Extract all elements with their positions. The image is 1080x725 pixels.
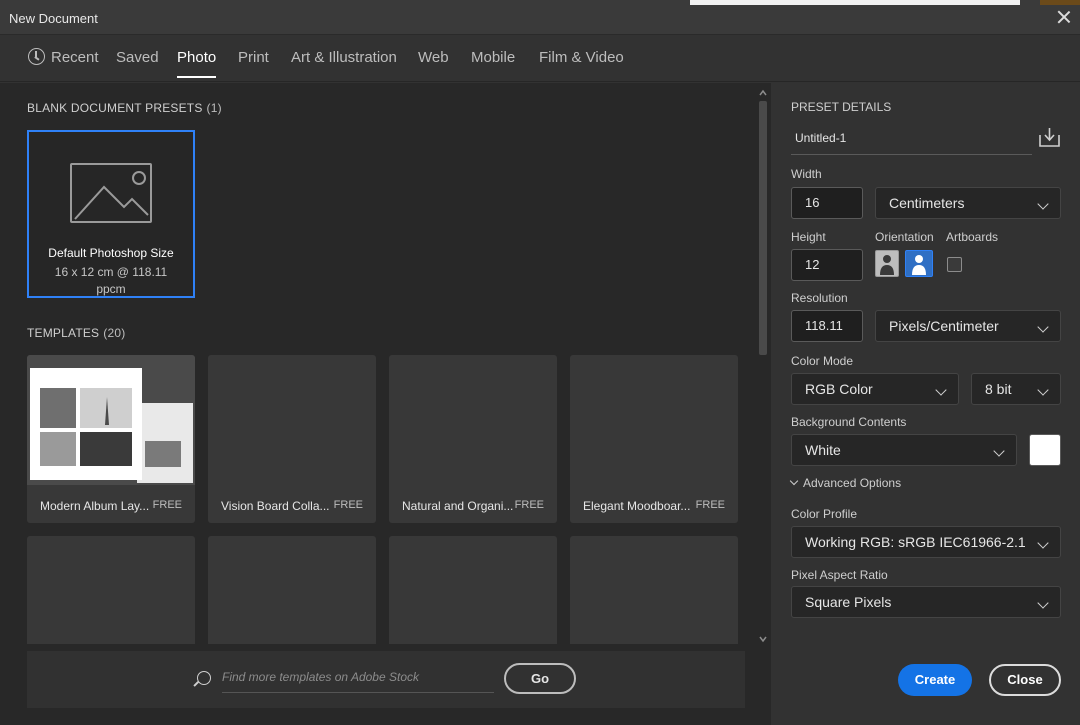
height-label: Height bbox=[791, 230, 826, 244]
background-app-strip bbox=[690, 0, 1020, 5]
height-field[interactable]: 12 bbox=[791, 249, 863, 281]
width-field[interactable]: 16 bbox=[791, 187, 863, 219]
advanced-options-label: Advanced Options bbox=[803, 476, 902, 490]
template-free-badge: FREE bbox=[333, 499, 363, 511]
template-card[interactable] bbox=[27, 536, 195, 644]
width-unit-select[interactable]: Centimeters bbox=[875, 187, 1061, 219]
presets-count: (1) bbox=[206, 101, 222, 115]
chevron-down-icon bbox=[993, 445, 1005, 457]
templates-heading-text: TEMPLATES bbox=[27, 326, 100, 340]
template-card[interactable]: Vision Board Colla... FREE bbox=[208, 355, 376, 523]
template-name: Vision Board Colla... bbox=[221, 499, 330, 513]
preset-name: Default Photoshop Size bbox=[48, 246, 174, 260]
template-card[interactable]: Modern Album Lay... FREE bbox=[27, 355, 195, 523]
go-button[interactable]: Go bbox=[504, 663, 576, 694]
color-profile-label: Color Profile bbox=[791, 507, 858, 521]
preset-details-pane: PRESET DETAILS Untitled-1 Width 16 Centi… bbox=[771, 83, 1080, 725]
resolution-field[interactable]: 118.11 bbox=[791, 310, 863, 342]
image-placeholder-icon bbox=[70, 163, 152, 223]
pixel-aspect-ratio-label: Pixel Aspect Ratio bbox=[791, 568, 888, 582]
chevron-down-icon bbox=[935, 384, 947, 396]
chevron-down-icon bbox=[1037, 597, 1049, 609]
templates-heading: TEMPLATES (20) bbox=[27, 326, 125, 340]
document-name-field[interactable]: Untitled-1 bbox=[791, 125, 1032, 155]
resolution-label: Resolution bbox=[791, 291, 848, 305]
pixel-aspect-ratio-select[interactable]: Square Pixels bbox=[791, 586, 1061, 618]
template-free-badge: FREE bbox=[152, 499, 182, 511]
template-card[interactable]: Elegant Moodboar... FREE bbox=[570, 355, 738, 523]
stock-search-input[interactable]: Find more templates on Adobe Stock bbox=[222, 666, 494, 693]
chevron-down-icon bbox=[1037, 321, 1049, 333]
tab-photo[interactable]: Photo bbox=[177, 49, 217, 79]
scrollbar-thumb[interactable] bbox=[759, 101, 767, 355]
template-card[interactable] bbox=[570, 536, 738, 644]
tab-art-illustration[interactable]: Art & Illustration bbox=[291, 49, 397, 79]
save-preset-icon[interactable] bbox=[1039, 127, 1060, 147]
chevron-down-icon bbox=[1037, 537, 1049, 549]
create-button[interactable]: Create bbox=[898, 664, 972, 696]
tab-print[interactable]: Print bbox=[238, 49, 269, 79]
category-tabs: Recent Saved Photo Print Art & Illustrat… bbox=[0, 36, 1080, 82]
portrait-orientation-icon[interactable] bbox=[875, 250, 899, 277]
tab-mobile[interactable]: Mobile bbox=[471, 49, 515, 79]
template-card[interactable] bbox=[389, 536, 557, 644]
close-button[interactable]: Close bbox=[989, 664, 1061, 696]
tab-web[interactable]: Web bbox=[418, 49, 449, 79]
window-title: New Document bbox=[9, 11, 98, 26]
chevron-down-icon bbox=[789, 476, 799, 486]
album-preview-image bbox=[30, 368, 193, 483]
resolution-unit-value: Pixels/Centimeter bbox=[889, 318, 999, 334]
bit-depth-value: 8 bit bbox=[985, 381, 1012, 397]
preset-default-photoshop-size[interactable]: Default Photoshop Size 16 x 12 cm @ 118.… bbox=[27, 130, 195, 298]
background-contents-value: White bbox=[805, 442, 841, 458]
resolution-unit-select[interactable]: Pixels/Centimeter bbox=[875, 310, 1061, 342]
artboards-checkbox[interactable] bbox=[947, 257, 962, 272]
color-profile-select[interactable]: Working RGB: sRGB IEC61966-2.1 bbox=[791, 526, 1061, 558]
search-icon bbox=[197, 671, 211, 685]
presets-pane: BLANK DOCUMENT PRESETS (1) Default Photos… bbox=[0, 83, 771, 725]
background-color-swatch[interactable] bbox=[1029, 434, 1061, 466]
stock-search-bar: Find more templates on Adobe Stock Go bbox=[27, 651, 745, 708]
background-contents-select[interactable]: White bbox=[791, 434, 1017, 466]
orientation-label: Orientation bbox=[875, 230, 934, 244]
template-thumbnail bbox=[27, 355, 195, 485]
templates-scrollbar[interactable] bbox=[756, 87, 769, 643]
background-app-strip-accent bbox=[1040, 0, 1080, 5]
tab-film-video[interactable]: Film & Video bbox=[539, 49, 624, 79]
scroll-up-icon[interactable] bbox=[759, 89, 767, 97]
template-name: Modern Album Lay... bbox=[40, 499, 150, 513]
tab-saved[interactable]: Saved bbox=[116, 49, 159, 79]
color-mode-value: RGB Color bbox=[805, 381, 873, 397]
preset-details-heading: PRESET DETAILS bbox=[791, 100, 892, 114]
color-profile-value: Working RGB: sRGB IEC61966-2.1 bbox=[805, 534, 1026, 550]
artboards-label: Artboards bbox=[946, 230, 999, 244]
width-unit-value: Centimeters bbox=[889, 195, 965, 211]
chevron-down-icon bbox=[1037, 384, 1049, 396]
tab-recent[interactable]: Recent bbox=[51, 49, 99, 79]
color-mode-label: Color Mode bbox=[791, 354, 854, 368]
background-contents-label: Background Contents bbox=[791, 415, 907, 429]
title-bar: New Document bbox=[0, 0, 1080, 35]
advanced-options-toggle[interactable]: Advanced Options bbox=[789, 476, 902, 490]
bit-depth-select[interactable]: 8 bit bbox=[971, 373, 1061, 405]
width-label: Width bbox=[791, 167, 822, 181]
presets-heading-text: BLANK DOCUMENT PRESETS bbox=[27, 101, 203, 115]
template-free-badge: FREE bbox=[514, 499, 544, 511]
template-card[interactable] bbox=[208, 536, 376, 644]
pixel-aspect-ratio-value: Square Pixels bbox=[805, 594, 892, 610]
clock-icon bbox=[28, 48, 45, 65]
scroll-down-icon[interactable] bbox=[759, 635, 767, 643]
color-mode-select[interactable]: RGB Color bbox=[791, 373, 959, 405]
chevron-down-icon bbox=[1037, 198, 1049, 210]
template-name: Elegant Moodboar... bbox=[583, 499, 691, 513]
template-name: Natural and Organi... bbox=[402, 499, 514, 513]
presets-heading: BLANK DOCUMENT PRESETS (1) bbox=[27, 101, 222, 115]
template-free-badge: FREE bbox=[695, 499, 725, 511]
preset-description: 16 x 12 cm @ 118.11 ppcm bbox=[54, 265, 168, 296]
close-window-icon[interactable] bbox=[1056, 9, 1072, 25]
template-card[interactable]: Natural and Organi... FREE bbox=[389, 355, 557, 523]
templates-count: (20) bbox=[103, 326, 126, 340]
landscape-orientation-icon[interactable] bbox=[905, 250, 933, 277]
